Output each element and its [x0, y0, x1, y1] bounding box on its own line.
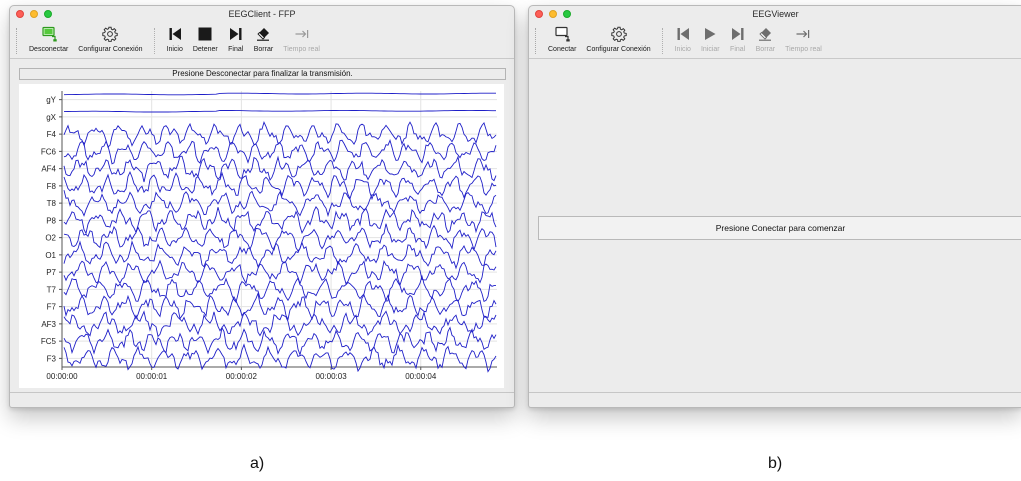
channel-label: F7 [47, 303, 57, 312]
title-bar[interactable]: EEGViewer [529, 6, 1021, 22]
eegclient-window: EEGClient - FFP Desconectar Configurar C… [9, 5, 515, 408]
minimize-window-button[interactable] [30, 10, 38, 18]
channel-label: F4 [47, 130, 57, 139]
gear-icon [102, 26, 119, 42]
skip-to-start-icon [169, 28, 181, 40]
caption-b: b) [768, 455, 783, 472]
status-message: Presione Desconectar para finalizar la t… [19, 68, 506, 80]
channel-label: FC6 [41, 147, 57, 156]
toolbar: Desconectar Configurar Conexión Inicio D… [10, 22, 514, 59]
window-title: EEGViewer [752, 9, 799, 19]
channel-label: O2 [45, 234, 56, 243]
eeg-trace-gx [63, 109, 496, 113]
realtime-button[interactable]: Tiempo real [278, 22, 325, 53]
channel-label: gX [46, 113, 56, 122]
stop-label: Detener [192, 46, 218, 53]
start-label: Inicio [166, 46, 183, 53]
configure-connection-label: Configurar Conexión [586, 46, 651, 53]
start-label: Inicio [674, 46, 691, 53]
end-button[interactable]: Final [223, 22, 249, 53]
channel-label: T7 [47, 285, 57, 294]
disconnect-label: Desconectar [29, 46, 69, 53]
eeg-chart: gY gX F4 FC6 AF4 F8 T8 P8 O2 O1 P7 T7 F7 AF3 FC5 F3 00:0… [41, 91, 497, 381]
clear-button[interactable]: Borrar [249, 22, 278, 53]
close-window-button[interactable] [535, 10, 543, 18]
title-bar[interactable]: EEGClient - FFP [10, 6, 514, 22]
play-button[interactable]: Iniciar [696, 22, 725, 53]
zoom-window-button[interactable] [563, 10, 571, 18]
status-bar-separator [529, 392, 1021, 393]
toolbar-separator [153, 28, 156, 54]
zoom-window-button[interactable] [44, 10, 52, 18]
channel-label: gY [46, 96, 56, 105]
start-button[interactable]: Inicio [670, 22, 696, 53]
clear-button[interactable]: Borrar [751, 22, 780, 53]
start-button[interactable]: Inicio [162, 22, 188, 53]
channel-label: AF4 [41, 165, 56, 174]
clear-label: Borrar [755, 46, 776, 53]
eraser-icon [257, 28, 270, 41]
configure-connection-label: Configurar Conexión [78, 46, 143, 53]
channel-label: F8 [47, 182, 57, 191]
channel-label: O1 [45, 251, 56, 260]
stop-button[interactable]: Detener [188, 22, 223, 53]
x-tick-label: 00:00:02 [226, 372, 258, 381]
realtime-label: Tiempo real [785, 46, 822, 53]
close-window-button[interactable] [16, 10, 24, 18]
eraser-icon [759, 28, 772, 41]
configure-connection-button[interactable]: Configurar Conexión [581, 22, 655, 53]
eeg-chart-panel: gY gX F4 FC6 AF4 F8 T8 P8 O2 O1 P7 T7 F7 AF3 FC5 F3 00:0… [19, 84, 504, 388]
eeg-trace-gy [63, 92, 496, 96]
toolbar-grip[interactable] [16, 28, 20, 54]
connect-label: Conectar [548, 46, 577, 53]
window-controls [16, 10, 52, 18]
window-title: EEGClient - FFP [228, 9, 296, 19]
status-bar-separator [10, 392, 514, 393]
skip-to-end-icon [229, 28, 242, 40]
connect-button[interactable]: Conectar [543, 22, 581, 53]
play-label: Iniciar [700, 46, 720, 53]
channel-label: F3 [47, 354, 57, 363]
skip-to-end-icon [731, 28, 744, 40]
end-label: Final [228, 46, 244, 53]
channel-label: FC5 [41, 337, 57, 346]
channel-label: T8 [47, 199, 57, 208]
x-tick-label: 00:00:00 [46, 372, 78, 381]
configure-connection-button[interactable]: Configurar Conexión [73, 22, 147, 53]
minimize-window-button[interactable] [549, 10, 557, 18]
toolbar: Conectar Configurar Conexión Inicio Inic… [529, 22, 1021, 59]
eegviewer-window: EEGViewer Conectar Configurar Conexión I… [528, 5, 1021, 408]
toolbar-grip[interactable] [535, 28, 539, 54]
skip-to-start-icon [677, 28, 689, 40]
toolbar-separator [661, 28, 664, 54]
caption-a: a) [250, 455, 265, 472]
eeg-trace-p7 [63, 259, 497, 287]
x-tick-label: 00:00:01 [136, 372, 168, 381]
clear-label: Borrar [253, 46, 274, 53]
end-button[interactable]: Final [725, 22, 751, 53]
status-message: Presione Conectar para comenzar [538, 216, 1021, 240]
realtime-button[interactable]: Tiempo real [780, 22, 827, 53]
eeg-trace-af4 [63, 155, 497, 183]
disconnect-button[interactable]: Desconectar [24, 22, 73, 53]
window-controls [535, 10, 571, 18]
arrow-to-bar-icon [796, 30, 810, 38]
gear-icon [610, 26, 627, 42]
channel-label: P7 [46, 268, 56, 277]
x-tick-label: 00:00:04 [405, 372, 437, 381]
monitor-plug-icon [555, 26, 570, 42]
play-icon [705, 28, 716, 40]
channel-label: P8 [46, 216, 56, 225]
monitor-plug-icon [42, 26, 57, 42]
stop-icon [198, 27, 212, 41]
x-tick-label: 00:00:03 [316, 372, 348, 381]
eeg-trace-fc6 [63, 139, 497, 165]
realtime-label: Tiempo real [283, 46, 320, 53]
arrow-to-bar-icon [295, 30, 308, 38]
channel-label: AF3 [41, 320, 56, 329]
end-label: Final [730, 46, 746, 53]
